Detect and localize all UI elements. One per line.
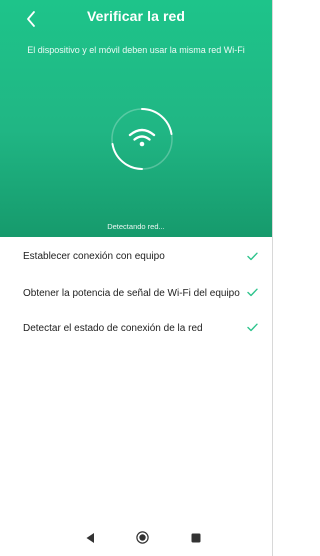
check-steps-list: Establecer conexión con equipo Obtener l…: [0, 237, 272, 345]
nav-back-icon[interactable]: [85, 532, 95, 544]
step-item-connect: Establecer conexión con equipo: [0, 237, 272, 275]
check-icon: [247, 323, 258, 332]
step-label: Establecer conexión con equipo: [23, 250, 165, 262]
detecting-status: Detectando red...: [107, 222, 165, 231]
screen-border: [272, 0, 282, 556]
step-item-signal: Obtener la potencia de señal de Wi-Fi de…: [0, 275, 272, 311]
wifi-icon: [111, 108, 173, 170]
page-title: Verificar la red: [86, 8, 186, 24]
step-label: Detectar el estado de conexión de la red: [23, 322, 203, 334]
network-check-header: Verificar la red El dispositivo y el móv…: [0, 0, 272, 237]
step-item-connection-state: Detectar el estado de conexión de la red: [0, 311, 272, 345]
system-nav-bar: [0, 522, 272, 556]
app-screen: Verificar la red El dispositivo y el móv…: [0, 0, 272, 556]
page-subtitle: El dispositivo y el móvil deben usar la …: [27, 45, 245, 55]
check-icon: [247, 288, 258, 297]
check-icon: [247, 252, 258, 261]
step-label: Obtener la potencia de señal de Wi-Fi de…: [23, 287, 240, 299]
nav-recent-icon[interactable]: [191, 533, 201, 543]
nav-home-icon[interactable]: [136, 531, 149, 544]
